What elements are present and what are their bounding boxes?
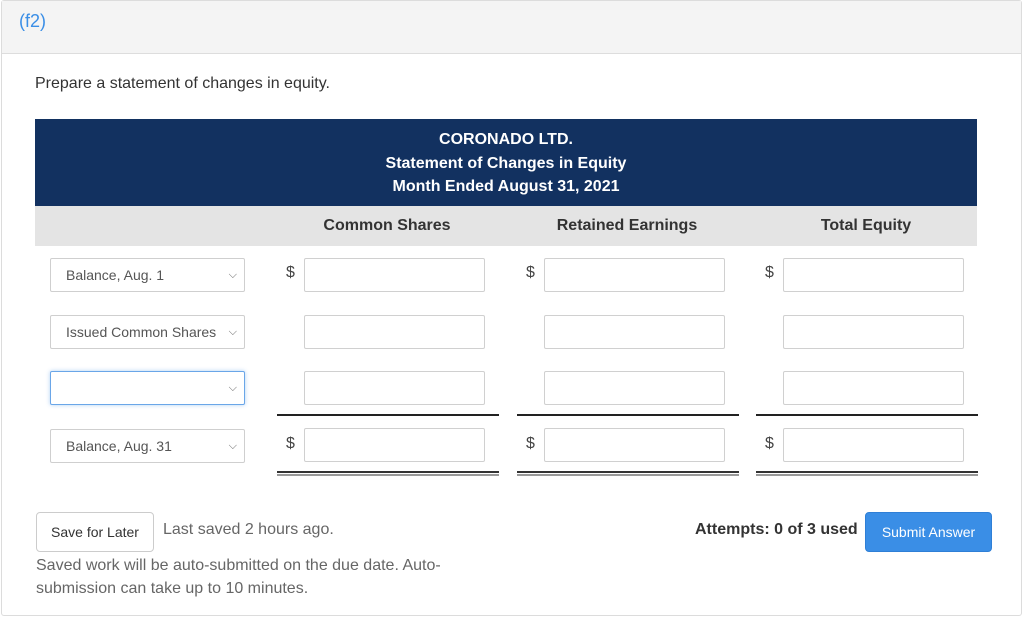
total-double-rule [756, 471, 978, 476]
subtotal-rule [517, 414, 739, 416]
row-2-retained-earnings-input[interactable] [544, 315, 725, 349]
total-double-rule [277, 471, 499, 476]
statement-title: Statement of Changes in Equity [385, 154, 627, 172]
dollar-sign: $ [765, 264, 774, 281]
row-4-common-shares-input[interactable] [304, 428, 485, 462]
question-prompt: Prepare a statement of changes in equity… [35, 75, 330, 92]
row-2-common-shares-input[interactable] [304, 315, 485, 349]
column-header-row: Common Shares Retained Earnings Total Eq… [35, 206, 977, 246]
row-2-total-equity-input[interactable] [783, 315, 964, 349]
subtotal-rule [756, 414, 978, 416]
row-1-common-shares-input[interactable] [304, 258, 485, 292]
statement-header: CORONADO LTD. Statement of Changes in Eq… [35, 119, 977, 206]
dollar-sign: $ [765, 435, 774, 452]
column-header-common-shares: Common Shares [323, 217, 451, 234]
save-for-later-button[interactable]: Save for Later [36, 512, 154, 552]
row-1-total-equity-input[interactable] [783, 258, 964, 292]
row-2-selected-value: Issued Common Shares [66, 324, 217, 340]
part-label: (f2) [19, 11, 46, 31]
row-4-label-select[interactable]: Balance, Aug. 31 ⌵ [50, 429, 245, 463]
column-header-retained-earnings: Retained Earnings [556, 217, 698, 234]
chevron-down-icon: ⌵ [228, 382, 237, 394]
row-4-retained-earnings-input[interactable] [544, 428, 725, 462]
dollar-sign: $ [526, 264, 535, 281]
row-1-label-select[interactable]: Balance, Aug. 1 ⌵ [50, 258, 245, 292]
chevron-down-icon: ⌵ [228, 440, 237, 452]
last-saved-status: Last saved 2 hours ago. [163, 521, 334, 538]
row-4-selected-value: Balance, Aug. 31 [66, 438, 172, 454]
row-3-common-shares-input[interactable] [304, 371, 485, 405]
row-3-label-select[interactable]: ⌵ [50, 371, 245, 405]
statement-period: Month Ended August 31, 2021 [392, 178, 620, 195]
dollar-sign: $ [286, 264, 295, 281]
row-4-total-equity-input[interactable] [783, 428, 964, 462]
attempts-counter: Attempts: 0 of 3 used [695, 521, 858, 538]
row-1-retained-earnings-input[interactable] [544, 258, 725, 292]
part-header: (f2) [2, 1, 1021, 54]
company-name: CORONADO LTD. [439, 131, 573, 148]
column-header-total-equity: Total Equity [820, 217, 912, 234]
chevron-down-icon: ⌵ [228, 326, 237, 338]
chevron-down-icon: ⌵ [228, 269, 237, 281]
row-3-retained-earnings-input[interactable] [544, 371, 725, 405]
row-2-label-select[interactable]: Issued Common Shares ⌵ [50, 315, 245, 349]
dollar-sign: $ [286, 435, 295, 452]
autosubmit-note: Saved work will be auto-submitted on the… [36, 557, 441, 597]
submit-answer-button[interactable]: Submit Answer [865, 512, 992, 552]
subtotal-rule [277, 414, 499, 416]
dollar-sign: $ [526, 435, 535, 452]
question-card: (f2) Prepare a statement of changes in e… [1, 0, 1022, 616]
total-double-rule [517, 471, 739, 476]
row-1-selected-value: Balance, Aug. 1 [66, 267, 165, 283]
row-3-total-equity-input[interactable] [783, 371, 964, 405]
